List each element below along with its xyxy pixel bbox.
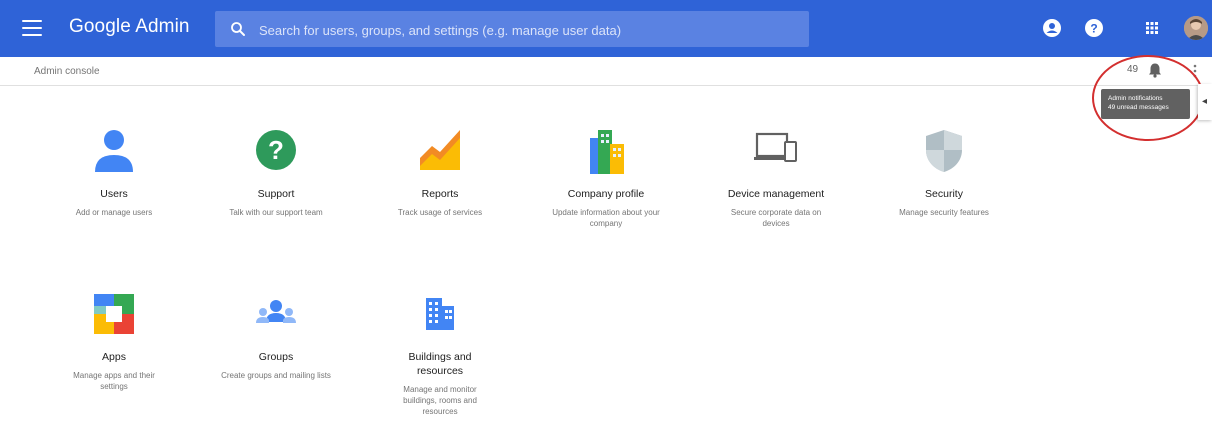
- svg-text:?: ?: [268, 135, 284, 165]
- card-buildings-resources[interactable]: Buildings and resources Manage and monit…: [370, 292, 510, 432]
- card-title: Security: [925, 188, 963, 200]
- search-bar[interactable]: [215, 11, 809, 49]
- card-description: Talk with our support team: [229, 208, 323, 217]
- account-circle-icon[interactable]: [1041, 17, 1063, 39]
- card-title: Device management: [727, 188, 825, 200]
- card-title: Buildings and resources: [408, 351, 472, 377]
- sub-header: Admin console 49: [0, 57, 1212, 86]
- card-description: Secure corporate data on devices: [730, 208, 822, 228]
- google-admin-logo[interactable]: Google Admin: [69, 16, 190, 38]
- card-description: Manage apps and their settings: [73, 371, 155, 391]
- group-icon: [256, 300, 296, 323]
- card-title: Users: [100, 188, 128, 200]
- card-title: Apps: [102, 351, 126, 363]
- top-bar: Google Admin ?: [0, 0, 1212, 57]
- card-description: Add or manage users: [75, 208, 153, 217]
- card-users[interactable]: Users Add or manage users: [44, 128, 184, 228]
- card-reports[interactable]: Reports Track usage of services: [370, 128, 510, 228]
- svg-text:?: ?: [1090, 22, 1097, 36]
- apps-icon: [94, 294, 134, 334]
- card-title: Reports: [421, 188, 459, 200]
- card-title: Groups: [258, 351, 294, 363]
- card-device-management[interactable]: Device management Secure corporate data …: [706, 128, 846, 238]
- person-icon: [95, 130, 133, 172]
- card-description: Manage and monitor buildings, rooms and …: [403, 385, 477, 416]
- card-apps[interactable]: Apps Manage apps and their settings: [44, 292, 184, 402]
- breadcrumb[interactable]: Admin console: [34, 66, 100, 77]
- card-groups[interactable]: Groups Create groups and mailing lists: [206, 292, 346, 402]
- card-description: Update information about your company: [552, 208, 660, 228]
- avatar[interactable]: [1184, 16, 1208, 40]
- main-menu-button[interactable]: [22, 20, 42, 36]
- card-support[interactable]: ? Support Talk with our support team: [206, 128, 346, 238]
- shield-icon: [926, 130, 962, 172]
- card-description: Track usage of services: [397, 208, 483, 217]
- card-description: Create groups and mailing lists: [221, 371, 331, 380]
- search-icon: [231, 22, 245, 36]
- search-input[interactable]: [257, 11, 801, 49]
- side-panel-toggle[interactable]: ◂: [1198, 84, 1212, 120]
- help-icon: ?: [256, 130, 296, 170]
- apps-grid-icon[interactable]: [1141, 17, 1163, 39]
- devices-icon: [754, 132, 797, 162]
- chart-icon: [420, 130, 460, 170]
- card-title: Company profile: [567, 188, 645, 200]
- office-building-icon: [426, 298, 454, 330]
- highlight-annotation-circle: [1092, 55, 1204, 141]
- help-icon[interactable]: ?: [1083, 17, 1105, 39]
- card-title: Support: [257, 188, 295, 200]
- user-photo-icon: [1184, 16, 1208, 40]
- card-company-profile[interactable]: Company profile Update information about…: [536, 128, 676, 238]
- card-security[interactable]: Security Manage security features: [874, 128, 1014, 238]
- card-description: Manage security features: [899, 208, 989, 217]
- building-icon: [590, 130, 624, 174]
- chevron-left-icon: ◂: [1202, 96, 1208, 107]
